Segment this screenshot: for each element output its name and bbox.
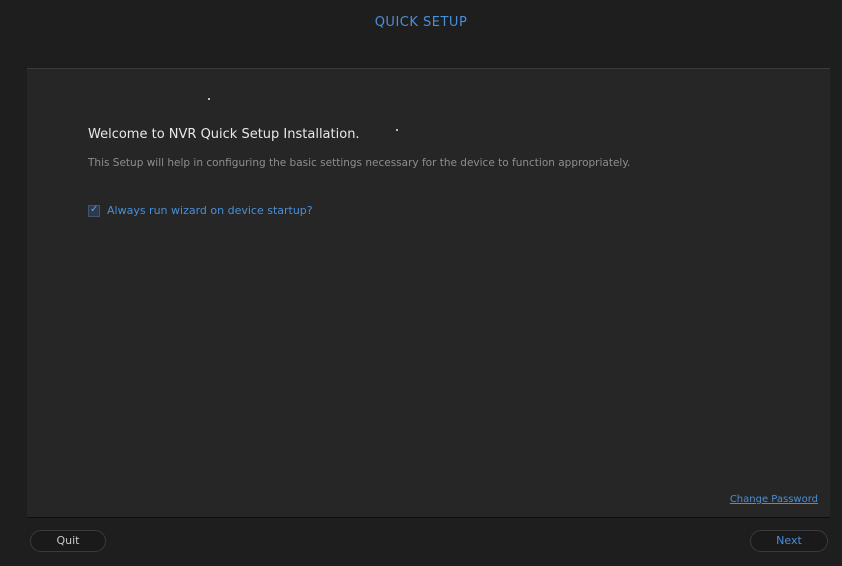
- setup-panel: Welcome to NVR Quick Setup Installation.…: [27, 68, 830, 518]
- change-password-link[interactable]: Change Password: [730, 494, 818, 505]
- wizard-startup-option[interactable]: ✓ Always run wizard on device startup?: [88, 204, 313, 217]
- wizard-startup-label[interactable]: Always run wizard on device startup?: [107, 204, 313, 217]
- wizard-startup-checkbox[interactable]: ✓: [88, 203, 100, 217]
- setup-description: This Setup will help in configuring the …: [88, 157, 631, 169]
- page-title: QUICK SETUP: [374, 15, 468, 30]
- next-button[interactable]: Next: [750, 530, 828, 552]
- decorative-dot: [208, 98, 210, 100]
- title-bar: QUICK SETUP: [0, 0, 842, 52]
- checkmark-icon: ✓: [90, 203, 99, 215]
- decorative-dot: [396, 129, 398, 131]
- quick-setup-window: QUICK SETUP Welcome to NVR Quick Setup I…: [0, 0, 842, 566]
- welcome-heading: Welcome to NVR Quick Setup Installation.: [88, 127, 360, 142]
- quit-button[interactable]: Quit: [30, 530, 106, 552]
